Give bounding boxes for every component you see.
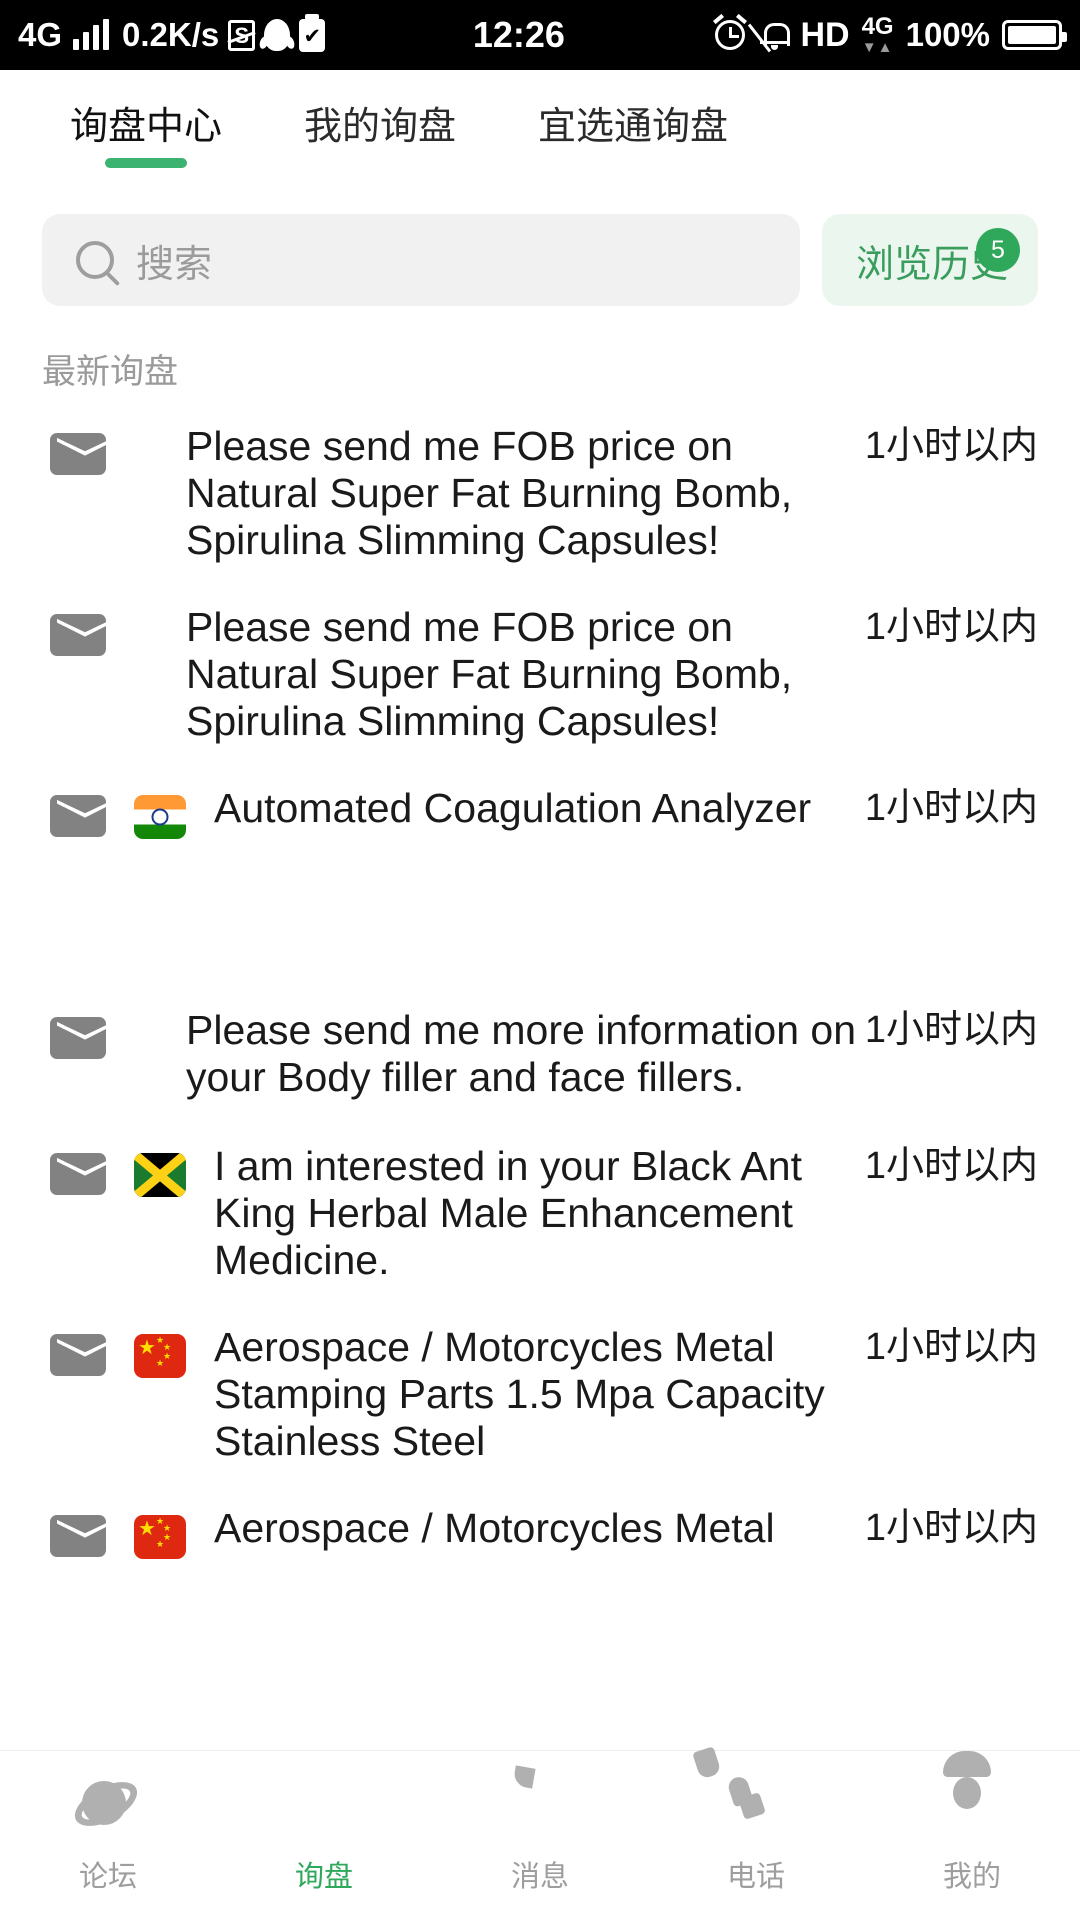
chat-bubble-icon [506, 1777, 574, 1839]
data-network-label: 4G [861, 13, 894, 40]
inquiry-title: Please send me FOB price on Natural Supe… [186, 423, 793, 563]
tab-active-indicator [105, 158, 187, 168]
inquiry-time: 1小时以内 [864, 1326, 1038, 1368]
nav-label: 消息 [510, 1860, 569, 1893]
list-item[interactable]: ★ ★ ★ ★ ★ Aerospace / Motorcycles Metal 1小… [0, 1505, 1080, 1559]
search-input[interactable]: 搜索 [42, 214, 800, 306]
network-type-label: 4G [18, 16, 63, 53]
tab-label: 询盘中心 [70, 106, 223, 148]
list-item-body: I am interested in your Black Ant King H… [214, 1143, 1038, 1284]
bottom-navigation-bar: 论坛 询盘 消息 电话 我的 [0, 1750, 1080, 1920]
list-item[interactable]: ★ ★ ★ ★ ★ Aerospace / Motorcycles Metal St… [0, 1324, 1080, 1465]
envelope-icon [50, 1515, 106, 1557]
nav-item-inquiry[interactable]: 询盘 [216, 1777, 432, 1895]
browse-history-badge: 5 [976, 228, 1020, 272]
nav-label: 我的 [942, 1860, 1001, 1893]
status-bar-right: HD 4G ▼▲ 100% [712, 13, 1067, 56]
search-row: 搜索 浏览历史 5 [0, 214, 1080, 306]
list-item[interactable]: Please send me more information on your … [0, 1007, 1080, 1101]
envelope-icon [290, 1777, 358, 1839]
list-item-body: Please send me FOB price on Natural Supe… [186, 423, 1038, 564]
inquiry-list: Please send me FOB price on Natural Supe… [0, 423, 1080, 1559]
inquiry-time: 1小时以内 [864, 787, 1038, 829]
inquiry-time: 1小时以内 [864, 425, 1038, 467]
network-speed-label: 0.2K/s [122, 16, 220, 53]
envelope-icon [50, 433, 106, 475]
tab-inquiry-center[interactable]: 询盘中心 [70, 108, 222, 168]
nav-label: 论坛 [78, 1860, 137, 1893]
tab-yixuantong-inquiries[interactable]: 宜选通询盘 [538, 108, 728, 168]
envelope-icon [50, 1334, 106, 1376]
list-item[interactable]: Please send me FOB price on Natural Supe… [0, 423, 1080, 564]
nav-item-messages[interactable]: 消息 [432, 1777, 648, 1895]
china-flag-icon: ★ ★ ★ ★ ★ [134, 1515, 186, 1559]
inquiry-time: 1小时以内 [864, 606, 1038, 648]
data-network-icon: 4G ▼▲ [861, 13, 894, 56]
nav-item-profile[interactable]: 我的 [864, 1777, 1080, 1895]
inquiry-title: Please send me more information on your … [186, 1007, 857, 1100]
qq-icon [264, 19, 291, 51]
envelope-icon [50, 795, 106, 837]
clipboard-check-icon [299, 13, 326, 52]
battery-percent-label: 100% [905, 16, 990, 53]
nav-label: 询盘 [294, 1860, 353, 1893]
phone-icon [722, 1777, 790, 1839]
inquiry-title: Please send me FOB price on Natural Supe… [186, 604, 793, 744]
list-item[interactable]: Please send me FOB price on Natural Supe… [0, 604, 1080, 745]
signal-strength-icon [73, 19, 110, 50]
china-flag-icon: ★ ★ ★ ★ ★ [134, 1334, 186, 1378]
india-flag-icon [134, 795, 186, 839]
envelope-icon [50, 1153, 106, 1195]
forum-icon [67, 1772, 145, 1839]
list-item-body: Aerospace / Motorcycles Metal 1小时以内 [214, 1505, 1038, 1552]
status-bar: 4G 0.2K/s 12:26 HD 4G ▼▲ 100% [0, 0, 1080, 70]
list-item-body: Automated Coagulation Analyzer 1小时以内 [214, 785, 1038, 832]
envelope-icon [50, 1017, 106, 1059]
bell-muted-icon [748, 19, 791, 53]
s-app-icon [228, 19, 256, 51]
tab-label: 宜选通询盘 [538, 106, 729, 148]
inquiry-title: Aerospace / Motorcycles Metal Stamping P… [214, 1324, 825, 1464]
list-item[interactable]: I am interested in your Black Ant King H… [0, 1143, 1080, 1284]
jamaica-flag-icon [134, 1153, 186, 1197]
list-item-body: Please send me more information on your … [186, 1007, 1038, 1101]
status-bar-left: 4G 0.2K/s [18, 13, 326, 54]
nav-item-phone[interactable]: 电话 [648, 1777, 864, 1895]
inquiry-title: Aerospace / Motorcycles Metal [214, 1505, 775, 1551]
app-screen: 4G 0.2K/s 12:26 HD 4G ▼▲ 100% [0, 0, 1080, 1920]
user-icon [938, 1777, 1006, 1839]
section-title-latest-inquiries: 最新询盘 [42, 353, 178, 391]
list-item[interactable]: Automated Coagulation Analyzer 1小时以内 [0, 785, 1080, 839]
inquiry-time: 1小时以内 [864, 1009, 1038, 1051]
alarm-icon [712, 13, 748, 53]
list-item-body: Please send me FOB price on Natural Supe… [186, 604, 1038, 745]
battery-icon [1002, 20, 1067, 50]
search-icon [76, 241, 114, 279]
browse-history-button[interactable]: 浏览历史 5 [821, 214, 1038, 306]
clock-label: 12:26 [472, 14, 565, 55]
hd-label: HD [800, 15, 850, 54]
search-placeholder: 搜索 [136, 243, 213, 286]
nav-item-forum[interactable]: 论坛 [0, 1772, 216, 1895]
inquiry-time: 1小时以内 [864, 1507, 1038, 1549]
tab-label: 我的询盘 [304, 106, 457, 148]
inquiry-time: 1小时以内 [864, 1145, 1038, 1187]
list-item-body: Aerospace / Motorcycles Metal Stamping P… [214, 1324, 1038, 1465]
inquiry-title: I am interested in your Black Ant King H… [214, 1143, 802, 1283]
top-tab-bar: 询盘中心 我的询盘 宜选通询盘 [0, 70, 1080, 198]
tab-my-inquiries[interactable]: 我的询盘 [304, 108, 456, 168]
status-bar-center: 12:26 [325, 14, 712, 56]
inquiry-title: Automated Coagulation Analyzer [214, 785, 812, 831]
envelope-icon [50, 614, 106, 656]
nav-label: 电话 [726, 1860, 785, 1893]
